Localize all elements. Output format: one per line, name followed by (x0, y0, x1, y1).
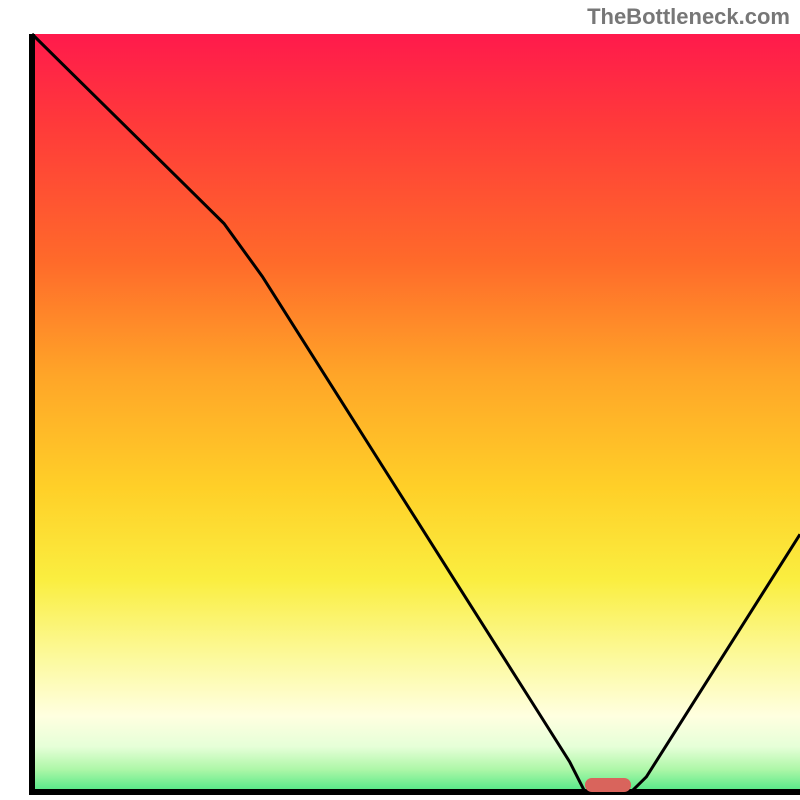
chart-container: TheBottleneck.com (0, 0, 800, 800)
bottleneck-chart (0, 0, 800, 800)
optimal-range-marker (585, 778, 631, 792)
watermark-label: TheBottleneck.com (587, 4, 790, 30)
